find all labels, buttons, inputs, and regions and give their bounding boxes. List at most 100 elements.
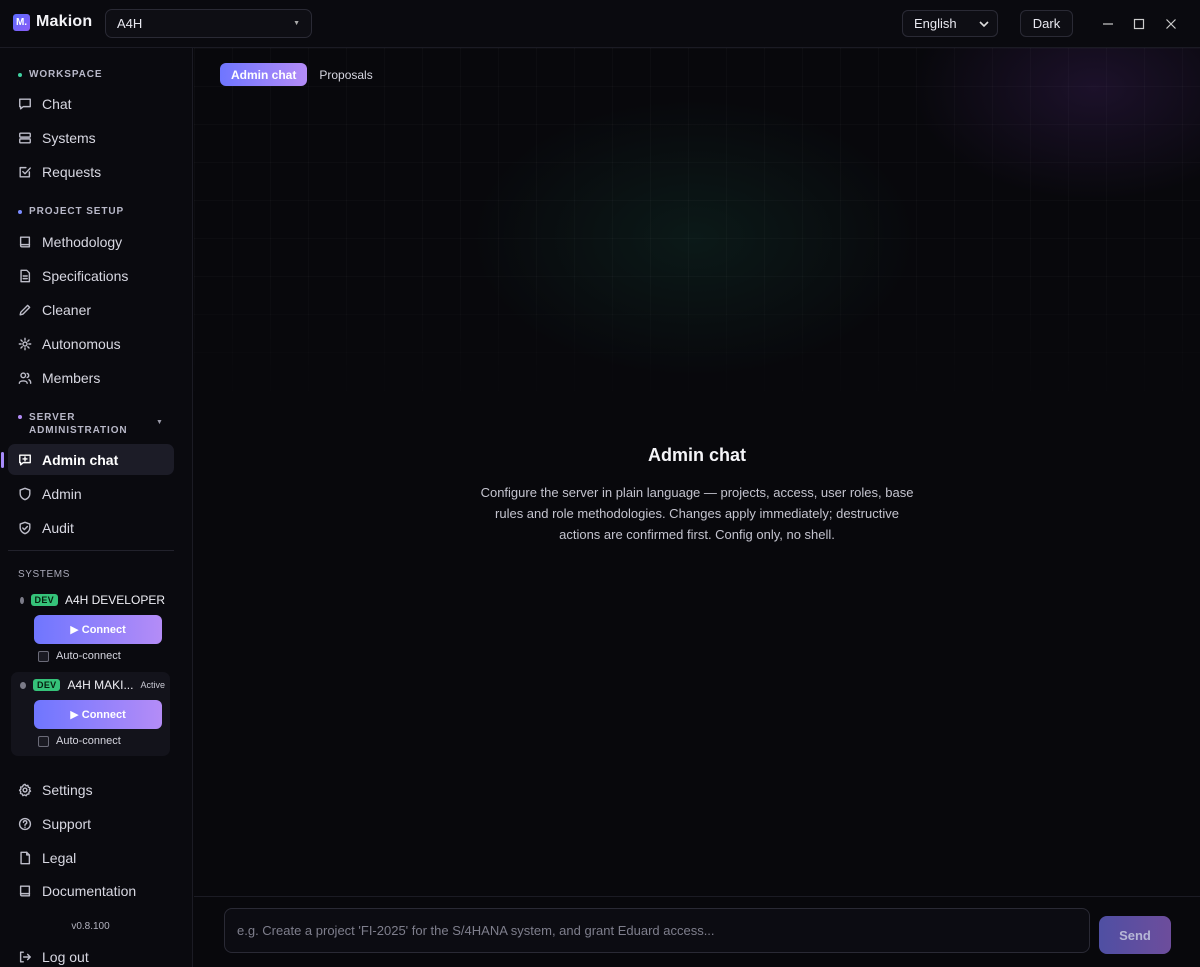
auto-connect-checkbox[interactable] <box>38 650 49 662</box>
status-dot <box>20 596 24 604</box>
sidebar-item-label: Audit <box>42 519 74 536</box>
system-header[interactable]: DEV A4H MAKI... Active <box>20 678 165 692</box>
gear-icon <box>18 783 32 796</box>
top-bar: M. Makion A4H ▼ English Dark <box>0 0 1200 48</box>
sidebar-item-label: Admin chat <box>42 451 119 468</box>
sidebar-item-cleaner[interactable]: Cleaner <box>8 294 174 325</box>
sidebar-item-label: Admin <box>42 485 82 502</box>
active-indicator <box>1 452 4 468</box>
auto-connect-label: Auto-connect <box>56 650 121 662</box>
sidebar-item-requests[interactable]: Requests <box>8 156 174 187</box>
language-select-value: English <box>914 16 957 31</box>
status-dot <box>18 210 22 214</box>
auto-connect-toggle[interactable]: Auto-connect <box>38 650 121 662</box>
section-title-label: PROJECT SETUP <box>29 206 125 217</box>
main-content: Admin chat Proposals Admin chat Configur… <box>194 48 1200 967</box>
tab-proposals[interactable]: Proposals <box>319 63 372 86</box>
sidebar-item-legal[interactable]: Legal <box>8 842 174 873</box>
project-select[interactable]: A4H ▼ <box>105 9 312 38</box>
users-icon <box>18 371 32 384</box>
auto-connect-checkbox[interactable] <box>38 735 49 747</box>
sidebar: WORKSPACE Chat Systems Requests PROJECT … <box>0 48 193 967</box>
checkbox-check-icon <box>19 166 31 178</box>
chevron-down-icon[interactable]: ▼ <box>156 419 163 426</box>
maximize-icon[interactable] <box>1128 13 1150 35</box>
tab-admin-chat[interactable]: Admin chat <box>220 63 308 86</box>
system-card: DEV A4H MAKI... Active ▶ Connect Auto-co… <box>11 672 170 756</box>
sidebar-item-label: Chat <box>42 95 72 112</box>
status-dot <box>20 681 27 689</box>
status-dot <box>18 73 22 77</box>
sidebar-item-label: Legal <box>42 849 77 866</box>
sidebar-item-methodology[interactable]: Methodology <box>8 226 174 257</box>
book-icon <box>19 884 31 897</box>
shield-check-icon <box>19 521 31 534</box>
app-name: Makion <box>36 13 93 30</box>
sidebar-item-label: Settings <box>42 781 93 798</box>
sidebar-item-admin-chat[interactable]: Admin chat <box>8 444 174 475</box>
sidebar-item-members[interactable]: Members <box>8 362 174 393</box>
connect-button[interactable]: ▶ Connect <box>34 700 162 729</box>
logout-button[interactable]: Log out <box>8 941 174 967</box>
project-select-value: A4H <box>117 16 143 31</box>
divider <box>8 550 174 551</box>
book-icon <box>19 235 31 248</box>
chat-input[interactable] <box>224 908 1090 953</box>
send-button[interactable]: Send <box>1099 916 1171 954</box>
chevron-down-icon <box>979 20 989 27</box>
file-icon <box>20 851 31 864</box>
section-title-label: WORKSPACE <box>29 69 103 80</box>
tab-bar: Admin chat Proposals <box>220 63 373 86</box>
sidebar-item-settings[interactable]: Settings <box>8 774 174 805</box>
system-name: A4H MAKI... <box>67 678 134 692</box>
auto-connect-toggle[interactable]: Auto-connect <box>38 735 121 747</box>
section-title-project-setup: PROJECT SETUP <box>18 206 124 217</box>
env-badge: DEV <box>33 679 61 691</box>
sidebar-item-specifications[interactable]: Specifications <box>8 260 174 291</box>
sun-icon <box>18 337 32 350</box>
auto-connect-label: Auto-connect <box>56 735 121 747</box>
sidebar-item-label: Documentation <box>42 882 137 899</box>
theme-toggle-button[interactable]: Dark <box>1020 10 1073 37</box>
language-select[interactable]: English <box>902 10 998 37</box>
section-title-label: SERVER ADMINISTRATION <box>29 412 128 436</box>
sidebar-item-label: Methodology <box>42 233 123 250</box>
sidebar-item-chat[interactable]: Chat <box>8 88 174 119</box>
app-logo: M. Makion <box>13 13 92 31</box>
app-version: v0.8.100 <box>71 921 110 932</box>
sidebar-item-label: Members <box>42 369 101 386</box>
minimize-icon[interactable] <box>1097 13 1119 35</box>
system-header[interactable]: DEV A4H DEVELOPER <box>20 593 165 607</box>
systems-section-title: SYSTEMS <box>18 569 70 580</box>
sidebar-item-label: Autonomous <box>42 335 121 352</box>
section-title-server-administration[interactable]: SERVER ADMINISTRATION <box>18 411 148 437</box>
chevron-down-icon: ▼ <box>293 20 300 27</box>
sidebar-item-audit[interactable]: Audit <box>8 512 174 543</box>
background-grid <box>194 48 1200 428</box>
sidebar-item-label: Requests <box>42 163 102 180</box>
logout-icon <box>19 950 31 963</box>
sidebar-item-support[interactable]: Support <box>8 808 174 839</box>
system-name: A4H DEVELOPER <box>64 593 165 607</box>
server-icon <box>19 131 31 144</box>
chat-icon <box>19 97 31 110</box>
status-dot <box>18 415 22 419</box>
system-card: DEV A4H DEVELOPER ▶ Connect Auto-connect <box>11 587 170 671</box>
empty-state-description: Configure the server in plain language —… <box>480 485 914 542</box>
shield-icon <box>19 487 31 500</box>
env-badge: DEV <box>30 594 58 606</box>
chat-plus-icon <box>19 453 31 466</box>
sidebar-item-documentation[interactable]: Documentation <box>8 875 174 906</box>
connect-button[interactable]: ▶ Connect <box>34 615 162 644</box>
empty-state-title: Admin chat <box>647 445 746 465</box>
sidebar-item-admin[interactable]: Admin <box>8 478 174 509</box>
sidebar-item-label: Specifications <box>42 267 129 284</box>
sidebar-item-label: Support <box>42 815 92 832</box>
logout-label: Log out <box>42 948 89 965</box>
sidebar-item-autonomous[interactable]: Autonomous <box>8 328 174 359</box>
logo-mark: M. <box>13 13 30 31</box>
sidebar-item-systems[interactable]: Systems <box>8 122 174 153</box>
sidebar-item-label: Cleaner <box>42 301 92 318</box>
document-icon <box>20 269 31 282</box>
close-icon[interactable] <box>1160 13 1182 35</box>
